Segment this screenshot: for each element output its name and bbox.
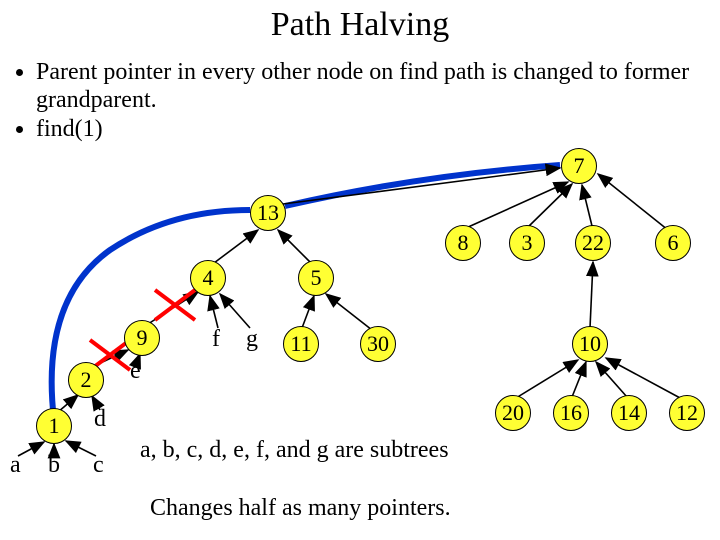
node-12: 12 xyxy=(669,395,705,431)
label-d: d xyxy=(94,406,106,433)
node-13: 13 xyxy=(250,195,286,231)
node-2: 2 xyxy=(68,362,104,398)
node-4: 4 xyxy=(190,260,226,296)
red-cross-upper xyxy=(155,290,195,320)
node-10: 10 xyxy=(572,326,608,362)
node-3: 3 xyxy=(509,225,545,261)
label-b: b xyxy=(48,452,60,479)
label-f: f xyxy=(212,326,220,353)
node-7: 7 xyxy=(561,148,597,184)
node-22: 22 xyxy=(575,225,611,261)
node-9: 9 xyxy=(124,320,160,356)
label-c: c xyxy=(93,452,104,479)
node-5: 5 xyxy=(298,260,334,296)
node-30: 30 xyxy=(360,326,396,362)
label-g: g xyxy=(246,326,258,353)
node-16: 16 xyxy=(553,395,589,431)
tree-edges xyxy=(0,0,720,540)
node-11: 11 xyxy=(283,326,319,362)
node-6: 6 xyxy=(655,225,691,261)
label-a: a xyxy=(10,452,21,479)
node-1: 1 xyxy=(36,408,72,444)
slide-stage: Path Halving Parent pointer in every oth… xyxy=(0,0,720,540)
node-20: 20 xyxy=(495,395,531,431)
node-8: 8 xyxy=(445,225,481,261)
node-14: 14 xyxy=(611,395,647,431)
label-e: e xyxy=(130,358,141,385)
